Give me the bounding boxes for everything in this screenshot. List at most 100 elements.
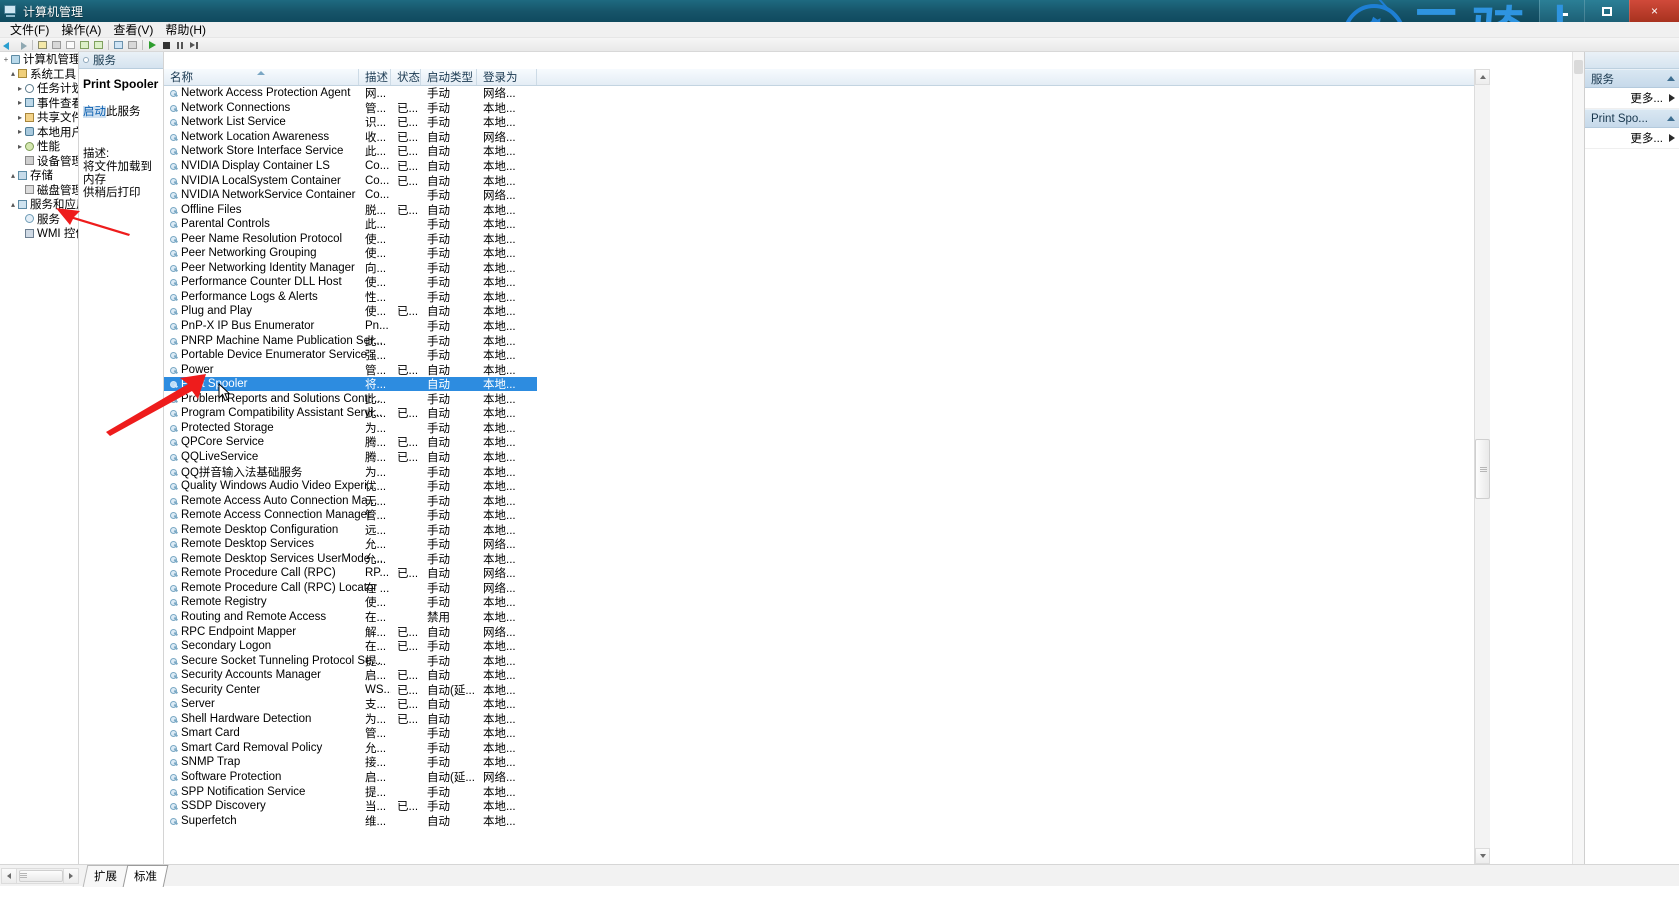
table-row[interactable]: Network Location Awareness 收... 已... 自动 网络..… (164, 130, 1490, 145)
tree-twisty-icon[interactable]: ▴ (9, 69, 17, 78)
table-row[interactable]: Remote Desktop Configuration 远... 手动 本地... (164, 522, 1490, 537)
table-row[interactable]: Offline Files 脱... 已... 自动 本地... (164, 202, 1490, 217)
table-row[interactable]: Parental Controls 此... 手动 本地... (164, 217, 1490, 232)
close-button[interactable]: × (1629, 0, 1679, 22)
table-row[interactable]: Remote Access Connection Manager 管... 手动 本地… (164, 508, 1490, 523)
menu-action[interactable]: 操作(A) (55, 22, 107, 38)
column-header-4[interactable]: 登录为 (477, 69, 537, 85)
tree-twisty-icon[interactable]: ▴ (9, 200, 17, 209)
table-row[interactable]: Remote Desktop Services 允... 手动 网络... (164, 537, 1490, 552)
table-row[interactable]: RPC Endpoint Mapper 解... 已... 自动 网络... (164, 624, 1490, 639)
tree-node-6[interactable]: ▸ 性能 (0, 139, 78, 154)
table-row[interactable]: Performance Logs & Alerts 性... 手动 本地... (164, 290, 1490, 305)
column-header-2[interactable]: 状态 (391, 69, 421, 85)
tree-twisty-icon[interactable]: ▴ (9, 171, 17, 180)
table-row[interactable]: Secure Socket Tunneling Protocol Se... 提.… (164, 653, 1490, 668)
tree-twisty-icon[interactable]: ▸ (16, 84, 24, 93)
tab-standard[interactable]: 标准 (122, 864, 169, 887)
scroll-left-button[interactable] (2, 868, 17, 883)
list-vertical-scrollbar[interactable] (1474, 69, 1490, 864)
table-row[interactable]: SSDP Discovery 当... 已... 手动 本地... (164, 799, 1490, 814)
table-row[interactable]: QQ拼音输入法基础服务 为... 手动 本地... (164, 464, 1490, 479)
show-action-pane-icon[interactable] (126, 39, 139, 51)
tree-twisty-icon[interactable]: ▸ (16, 98, 24, 107)
pause-service-icon[interactable] (174, 39, 187, 51)
table-row[interactable]: QPCore Service 腾... 已... 自动 本地... (164, 435, 1490, 450)
table-row-selected[interactable]: Print Spooler 将... 自动 本地... (164, 376, 537, 392)
forward-arrow-icon[interactable] (16, 39, 29, 51)
tree-node-4[interactable]: ▸共享文件夹 (0, 110, 78, 125)
scroll-right-button[interactable] (63, 868, 78, 883)
table-row[interactable]: Network Store Interface Service 此... 已... 自… (164, 144, 1490, 159)
tree-twisty-icon[interactable]: + (2, 55, 10, 64)
table-row[interactable]: Peer Networking Identity Manager 向... 手动 本地… (164, 261, 1490, 276)
actions-more-services[interactable]: 更多... (1585, 88, 1679, 109)
refresh-icon[interactable] (78, 39, 91, 51)
table-row[interactable]: NVIDIA LocalSystem Container Co... 已... 自动本… (164, 173, 1490, 188)
tree-twisty-icon[interactable]: ▸ (16, 142, 24, 151)
outer-vertical-scrollbar[interactable] (1572, 52, 1584, 864)
tree-node-7[interactable]: 设备管理器 (0, 154, 78, 169)
table-row[interactable]: Quality Windows Audio Video Experi... 优..… (164, 479, 1490, 494)
table-row[interactable]: Plug and Play 使... 已... 自动 本地... (164, 304, 1490, 319)
table-row[interactable]: Protected Storage 为... 手动 本地... (164, 421, 1490, 436)
maximize-button[interactable] (1584, 0, 1629, 22)
tree-node-11[interactable]: 服务 (0, 212, 78, 227)
table-row[interactable]: NVIDIA Display Container LS Co... 已... 自动 本地… (164, 159, 1490, 174)
tree-node-12[interactable]: WMI 控件 (0, 226, 78, 241)
column-header-0[interactable]: 名称 (164, 69, 359, 85)
export-list-icon[interactable] (92, 39, 105, 51)
table-row[interactable]: Peer Networking Grouping 使... 手动 本地... (164, 246, 1490, 261)
table-row[interactable]: Remote Access Auto Connection Ma... 无... 手… (164, 493, 1490, 508)
table-row[interactable]: Secondary Logon 在... 已... 手动 本地... (164, 639, 1490, 654)
table-row[interactable]: Server 支... 已... 自动 本地... (164, 697, 1490, 712)
actions-group-services[interactable]: 服务 (1585, 69, 1679, 88)
table-row[interactable]: Problem Reports and Solutions Contr... 此.… (164, 391, 1490, 406)
table-row[interactable]: QQLiveService 腾... 已... 自动 本地... (164, 450, 1490, 465)
services-list[interactable]: Network Access Protection Agent 网... 手动 网络.… (164, 86, 1490, 864)
table-row[interactable]: Routing and Remote Access 在... 禁用 本地... (164, 610, 1490, 625)
tree-node-8[interactable]: ▴ 存储 (0, 168, 78, 183)
minimize-button[interactable] (1539, 0, 1584, 22)
table-row[interactable]: Portable Device Enumerator Service 强... 手动… (164, 348, 1490, 363)
tree-twisty-icon[interactable]: ▸ (16, 113, 24, 122)
table-row[interactable]: Network Connections 管... 已... 手动 本地... (164, 101, 1490, 116)
table-row[interactable]: Software Protection 启... 自动(延... 网络... (164, 770, 1490, 785)
table-row[interactable]: Network Access Protection Agent 网... 手动 网络.… (164, 86, 1490, 101)
table-row[interactable]: Security Center WS... 已... 自动(延... 本地... (164, 682, 1490, 697)
tree-node-10[interactable]: ▴服务和应用程 (0, 197, 78, 212)
scroll-up-button[interactable] (1475, 69, 1490, 85)
table-row[interactable]: Remote Procedure Call (RPC) RP... 已... 自动 网络… (164, 566, 1490, 581)
tree-horizontal-scrollbar[interactable] (1, 867, 79, 884)
table-row[interactable]: Power 管... 已... 自动 本地... (164, 362, 1490, 377)
table-row[interactable]: Peer Name Resolution Protocol 使... 手动 本地... (164, 231, 1490, 246)
tree-twisty-icon[interactable]: ▸ (16, 127, 24, 136)
table-row[interactable]: Remote Desktop Services UserMode ... 允...… (164, 552, 1490, 567)
menu-view[interactable]: 查看(V) (107, 22, 159, 38)
table-row[interactable]: PNRP Machine Name Publication Ser... 此...… (164, 333, 1490, 348)
table-row[interactable]: Superfetch 维... 自动 本地... (164, 813, 1490, 828)
restart-service-icon[interactable] (188, 39, 201, 51)
table-row[interactable]: Network List Service 识... 已... 手动 本地... (164, 115, 1490, 130)
help-icon[interactable] (112, 39, 125, 51)
scroll-down-button[interactable] (1475, 848, 1490, 864)
table-row[interactable]: SPP Notification Service 提... 手动 本地... (164, 784, 1490, 799)
tree-node-2[interactable]: ▸任务计划程 (0, 81, 78, 96)
table-row[interactable]: Smart Card 管... 手动 本地... (164, 726, 1490, 741)
actions-group-print-spooler[interactable]: Print Spo... (1585, 109, 1679, 128)
table-row[interactable]: Security Accounts Manager 启... 已... 自动 本地... (164, 668, 1490, 683)
tree-node-9[interactable]: 磁盘管理 (0, 183, 78, 198)
console-tree[interactable]: +计算机管理(本地▴系统工具▸任务计划程▸事件查看器▸共享文件夹▸本地用户和▸性… (0, 52, 79, 864)
tree-node-3[interactable]: ▸事件查看器 (0, 96, 78, 111)
table-row[interactable]: Remote Procedure Call (RPC) Locator 在 ...… (164, 581, 1490, 596)
back-arrow-icon[interactable] (2, 39, 15, 51)
table-row[interactable]: Shell Hardware Detection 为... 已... 自动 本地... (164, 712, 1490, 727)
menu-file[interactable]: 文件(F) (4, 22, 55, 38)
menu-help[interactable]: 帮助(H) (159, 22, 212, 38)
tree-node-0[interactable]: +计算机管理(本地 (0, 52, 78, 67)
column-header-3[interactable]: 启动类型 (421, 69, 477, 85)
start-service-icon[interactable] (146, 39, 159, 51)
tab-extended[interactable]: 扩展 (82, 864, 129, 887)
scroll-thumb[interactable] (1475, 439, 1490, 499)
table-row[interactable]: Smart Card Removal Policy 允... 手动 本地... (164, 741, 1490, 756)
